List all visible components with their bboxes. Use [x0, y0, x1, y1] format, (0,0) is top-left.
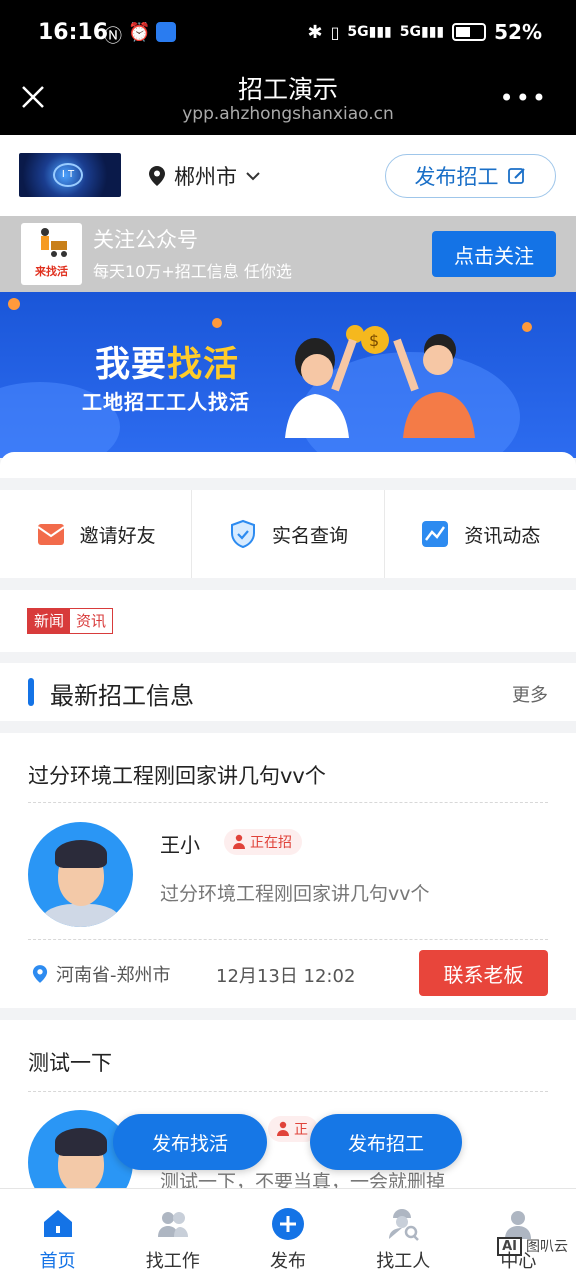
worker-search-icon	[389, 1209, 420, 1241]
app-notification-icon	[156, 22, 177, 42]
city-selector[interactable]: 郴州市	[148, 161, 261, 191]
city-name: 郴州市	[174, 165, 237, 189]
status-badge: 正在招	[224, 829, 302, 855]
tab-publish[interactable]: 发布	[230, 1189, 345, 1280]
follow-logo: 来找活	[21, 223, 82, 285]
battery-icon	[452, 23, 487, 41]
tab-center[interactable]: 中心	[461, 1189, 576, 1280]
post-find-work-button[interactable]: 发布找活	[113, 1114, 267, 1170]
svg-text:$: $	[369, 331, 379, 350]
status-bar: 16:16 Ⓝ ⏰ ✱ ▯ 5G▮▮▮ 5G▮▮▮ 52%	[0, 0, 576, 68]
quick-link-verify[interactable]: 实名查询	[192, 490, 385, 578]
section-header: 最新招工信息 更多	[0, 663, 576, 721]
quick-link-label: 邀请好友	[79, 524, 156, 547]
person-icon	[277, 1121, 289, 1136]
divider	[28, 802, 548, 803]
bottom-tab-bar: 首页 找工作 发布 找工人 中心	[0, 1188, 576, 1280]
top-header: I T 郴州市 发布招工	[0, 135, 576, 216]
quick-link-label: 实名查询	[271, 524, 348, 547]
bluetooth-icon: ✱	[307, 21, 323, 43]
job-card[interactable]: 过分环境工程刚回家讲几句vv个 王小 正在招 过分环境工程刚回家讲几句vv个 河…	[0, 733, 576, 1008]
news-section: 新闻 资讯	[0, 590, 576, 652]
divider	[28, 939, 548, 940]
banner-headline: 我要找活	[95, 345, 240, 385]
chevron-down-icon	[246, 172, 260, 181]
banner-subline: 工地招工工人找活	[82, 390, 250, 414]
alarm-icon: ⏰	[128, 22, 151, 43]
status-notification-icons: Ⓝ ⏰	[104, 22, 177, 48]
battery-percent: 52%	[494, 20, 542, 44]
post-recruit-button[interactable]: 发布招工	[310, 1114, 462, 1170]
quick-links: 邀请好友 实名查询 资讯动态	[0, 490, 576, 578]
job-card[interactable]: 测试一下 正 测试一下，不要当真，一会就删掉	[0, 1020, 576, 1215]
follow-official-account-bar: 来找活 关注公众号 每天10万+招工信息 任你选 点击关注	[0, 216, 576, 292]
vibrate-icon: ▯	[330, 22, 340, 42]
edit-icon	[507, 168, 525, 184]
job-description: 过分环境工程刚回家讲几句vv个	[160, 883, 430, 905]
job-location: 河南省-郑州市	[32, 961, 171, 987]
high-five-illustration: $	[285, 325, 475, 438]
envelope-icon	[37, 524, 65, 545]
post-job-button[interactable]: 发布招工	[385, 154, 556, 198]
browser-title-bar: 招工演示 ypp.ahzhongshanxiao.cn •••	[0, 68, 576, 135]
signal-icon: 5G▮▮▮	[347, 24, 392, 40]
banner-headline-highlight: 找活	[167, 345, 240, 385]
person-icon	[233, 834, 245, 849]
follow-subtitle: 每天10万+招工信息 任你选	[93, 262, 292, 281]
tab-find-job[interactable]: 找工作	[115, 1189, 230, 1280]
quick-link-news[interactable]: 资讯动态	[385, 490, 576, 578]
news-tag[interactable]: 新闻 资讯	[27, 608, 114, 634]
section-title: 最新招工信息	[50, 682, 194, 710]
post-job-label: 发布招工	[414, 165, 499, 189]
trend-chart-icon	[422, 521, 449, 547]
location-pin-icon	[149, 166, 165, 186]
home-icon	[43, 1210, 72, 1237]
follow-logo-text: 来找活	[35, 265, 68, 278]
section-accent-bar	[28, 678, 34, 706]
promo-banner[interactable]: 我要找活 工地招工工人找活 $	[0, 292, 576, 458]
plus-circle-icon	[272, 1208, 304, 1240]
signal-icon-2: 5G▮▮▮	[399, 24, 445, 40]
follow-button[interactable]: 点击关注	[432, 231, 556, 277]
follow-title: 关注公众号	[93, 228, 198, 252]
tab-find-worker[interactable]: 找工人	[346, 1189, 461, 1280]
contact-boss-button[interactable]: 联系老板	[419, 950, 548, 996]
status-time: 16:16	[38, 20, 109, 45]
poster-name: 王小	[160, 833, 200, 857]
divider	[28, 1091, 548, 1092]
page-url: ypp.ahzhongshanxiao.cn	[182, 104, 394, 124]
shield-check-icon	[230, 519, 255, 549]
banner-bottom-edge	[0, 452, 576, 478]
tab-home[interactable]: 首页	[0, 1189, 115, 1280]
site-logo: I T	[19, 153, 121, 197]
status-right: ✱ ▯ 5G▮▮▮ 5G▮▮▮ 52%	[308, 20, 543, 44]
section-more-link[interactable]: 更多	[512, 681, 548, 707]
job-title: 测试一下	[28, 1051, 112, 1075]
job-date: 12月13日 12:02	[216, 966, 356, 987]
page-title: 招工演示	[237, 75, 338, 104]
worker-cart-icon	[41, 228, 67, 257]
watermark: AI 图叭云	[497, 1236, 568, 1256]
quick-link-invite[interactable]: 邀请好友	[0, 490, 193, 578]
quick-link-label: 资讯动态	[464, 524, 541, 547]
more-menu-icon[interactable]: •••	[500, 86, 548, 110]
job-title: 过分环境工程刚回家讲几句vv个	[28, 764, 326, 788]
users-icon	[157, 1212, 188, 1237]
nfc-icon: Ⓝ	[104, 26, 122, 47]
avatar	[28, 822, 133, 927]
location-pin-icon	[32, 965, 48, 983]
